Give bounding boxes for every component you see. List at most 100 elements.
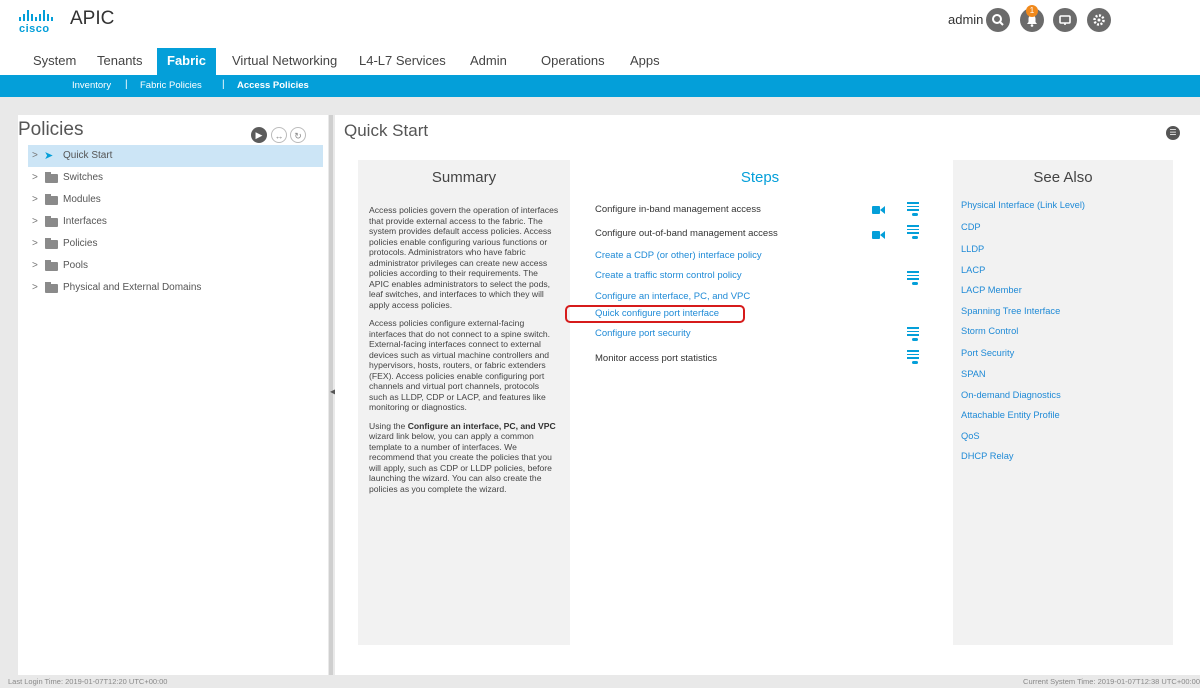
step-inband-mgmt[interactable]: Configure in-band management access <box>595 204 761 215</box>
top-bar: cisco APIC admin 1 <box>0 0 1200 44</box>
subtab-inventory[interactable]: Inventory <box>72 80 111 91</box>
chevron-right-icon[interactable]: > <box>32 233 38 255</box>
menu-icon[interactable]: ☰ <box>1166 126 1180 140</box>
see-also-link[interactable]: QoS <box>961 431 980 441</box>
tab-admin[interactable]: Admin <box>460 48 517 75</box>
cisco-logo-text: cisco <box>19 23 50 35</box>
tree-item-label: Pools <box>63 260 89 271</box>
summary-text-segment: wizard link below, you can apply a commo… <box>369 431 552 494</box>
tree-item-label: Policies <box>63 238 98 249</box>
app-title: APIC <box>70 8 115 29</box>
tools-icon[interactable]: ▶ <box>251 127 267 143</box>
step-quick-configure-port[interactable]: Quick configure port interface <box>595 308 719 319</box>
tab-system[interactable]: System <box>23 48 86 75</box>
see-also-link[interactable]: SPAN <box>961 369 986 379</box>
chevron-right-icon[interactable]: > <box>32 145 38 167</box>
step-configure-interface-pc-vpc[interactable]: Configure an interface, PC, and VPC <box>595 291 750 302</box>
see-also-link[interactable]: LACP <box>961 265 985 275</box>
summary-paragraph: Access policies govern the operation of … <box>369 205 559 310</box>
refresh-icon[interactable]: ↻ <box>290 127 306 143</box>
folder-icon <box>45 238 58 249</box>
tree-item-quick-start[interactable]: > ➤ Quick Start <box>28 145 323 167</box>
see-also-column: See Also Physical Interface (Link Level)… <box>953 160 1173 645</box>
subtab-access-policies[interactable]: Access Policies <box>237 80 309 91</box>
summary-text-segment: Using the <box>369 420 408 431</box>
chevron-right-icon[interactable]: > <box>32 189 38 211</box>
tree-item-physical-external-domains[interactable]: > Physical and External Domains <box>28 277 323 299</box>
policy-tree: > ➤ Quick Start > Switches > Modules > I… <box>28 145 323 299</box>
feedback-icon[interactable] <box>1053 8 1077 32</box>
panel-title: Policies <box>18 119 84 140</box>
see-also-link[interactable]: DHCP Relay <box>961 451 1014 461</box>
summary-paragraph: Using the Configure an interface, PC, an… <box>369 421 559 495</box>
see-also-title: See Also <box>1033 169 1093 186</box>
see-also-link[interactable]: Physical Interface (Link Level) <box>961 200 1085 210</box>
main-nav: System Tenants Fabric Virtual Networking… <box>0 48 1200 75</box>
page-title: Quick Start <box>344 121 429 140</box>
user-name[interactable]: admin <box>948 12 983 27</box>
notification-badge: 1 <box>1026 5 1038 17</box>
tab-fabric[interactable]: Fabric <box>157 48 217 75</box>
subnav-separator: | <box>222 79 225 90</box>
step-port-security[interactable]: Configure port security <box>595 328 691 339</box>
summary-paragraph: Access policies configure external-facin… <box>369 318 551 412</box>
quick-start-icon: ➤ <box>44 150 54 162</box>
documentation-icon[interactable] <box>907 202 919 216</box>
steps-title: Steps <box>740 169 780 186</box>
subtab-fabric-policies[interactable]: Fabric Policies <box>140 80 202 91</box>
cisco-logo[interactable]: cisco <box>19 10 61 36</box>
summary-text: Access policies govern the operation of … <box>369 205 559 502</box>
see-also-link[interactable]: Storm Control <box>961 326 1018 336</box>
video-icon[interactable] <box>872 230 885 240</box>
chevron-right-icon[interactable]: > <box>32 167 38 189</box>
current-system-time: Current System Time: 2019-01-07T12:38 UT… <box>1023 677 1200 686</box>
tab-tenants[interactable]: Tenants <box>87 48 153 75</box>
documentation-icon[interactable] <box>907 271 919 285</box>
collapse-all-icon[interactable]: ↔ <box>271 127 287 143</box>
tab-operations[interactable]: Operations <box>531 48 615 75</box>
tree-item-interfaces[interactable]: > Interfaces <box>28 211 323 233</box>
chevron-right-icon[interactable]: > <box>32 277 38 299</box>
quick-start-panel: Quick Start ☰ Summary Access policies go… <box>335 115 1200 675</box>
folder-icon <box>45 260 58 271</box>
summary-title: Summary <box>431 169 497 186</box>
tree-item-label: Quick Start <box>63 150 113 161</box>
summary-column: Summary Access policies govern the opera… <box>358 160 570 645</box>
see-also-link[interactable]: LLDP <box>961 244 984 254</box>
tree-item-modules[interactable]: > Modules <box>28 189 323 211</box>
chevron-right-icon[interactable]: > <box>32 211 38 233</box>
video-icon[interactable] <box>872 205 885 215</box>
sub-nav: Inventory | Fabric Policies | Access Pol… <box>0 75 1200 97</box>
documentation-icon[interactable] <box>907 327 919 341</box>
see-also-link[interactable]: Port Security <box>961 348 1014 358</box>
see-also-link[interactable]: On-demand Diagnostics <box>961 390 1061 400</box>
see-also-link[interactable]: CDP <box>961 222 981 232</box>
folder-icon <box>45 282 58 293</box>
see-also-link[interactable]: LACP Member <box>961 285 1022 295</box>
tree-item-pools[interactable]: > Pools <box>28 255 323 277</box>
tree-item-policies[interactable]: > Policies <box>28 233 323 255</box>
step-monitor-port-stats[interactable]: Monitor access port statistics <box>595 353 717 364</box>
tree-item-switches[interactable]: > Switches <box>28 167 323 189</box>
tab-apps[interactable]: Apps <box>620 48 670 75</box>
see-also-link[interactable]: Spanning Tree Interface <box>961 306 1060 316</box>
tree-item-label: Interfaces <box>63 216 107 227</box>
step-storm-control[interactable]: Create a traffic storm control policy <box>595 270 742 281</box>
tab-virtual-networking[interactable]: Virtual Networking <box>222 48 347 75</box>
gear-icon[interactable] <box>1087 8 1111 32</box>
step-cdp-policy[interactable]: Create a CDP (or other) interface policy <box>595 250 762 261</box>
search-icon[interactable] <box>986 8 1010 32</box>
see-also-link[interactable]: Attachable Entity Profile <box>961 410 1060 420</box>
chevron-right-icon[interactable]: > <box>32 255 38 277</box>
documentation-icon[interactable] <box>907 350 919 364</box>
subnav-separator: | <box>125 79 128 90</box>
folder-icon <box>45 216 58 227</box>
step-oob-mgmt[interactable]: Configure out-of-band management access <box>595 228 778 239</box>
tab-l4-l7-services[interactable]: L4-L7 Services <box>349 48 456 75</box>
last-login-time: Last Login Time: 2019-01-07T12:20 UTC+00… <box>8 677 168 686</box>
folder-icon <box>45 194 58 205</box>
status-bar: Last Login Time: 2019-01-07T12:20 UTC+00… <box>0 675 1200 688</box>
tree-item-label: Physical and External Domains <box>63 282 202 293</box>
cisco-logo-bars <box>19 10 61 21</box>
documentation-icon[interactable] <box>907 225 919 239</box>
